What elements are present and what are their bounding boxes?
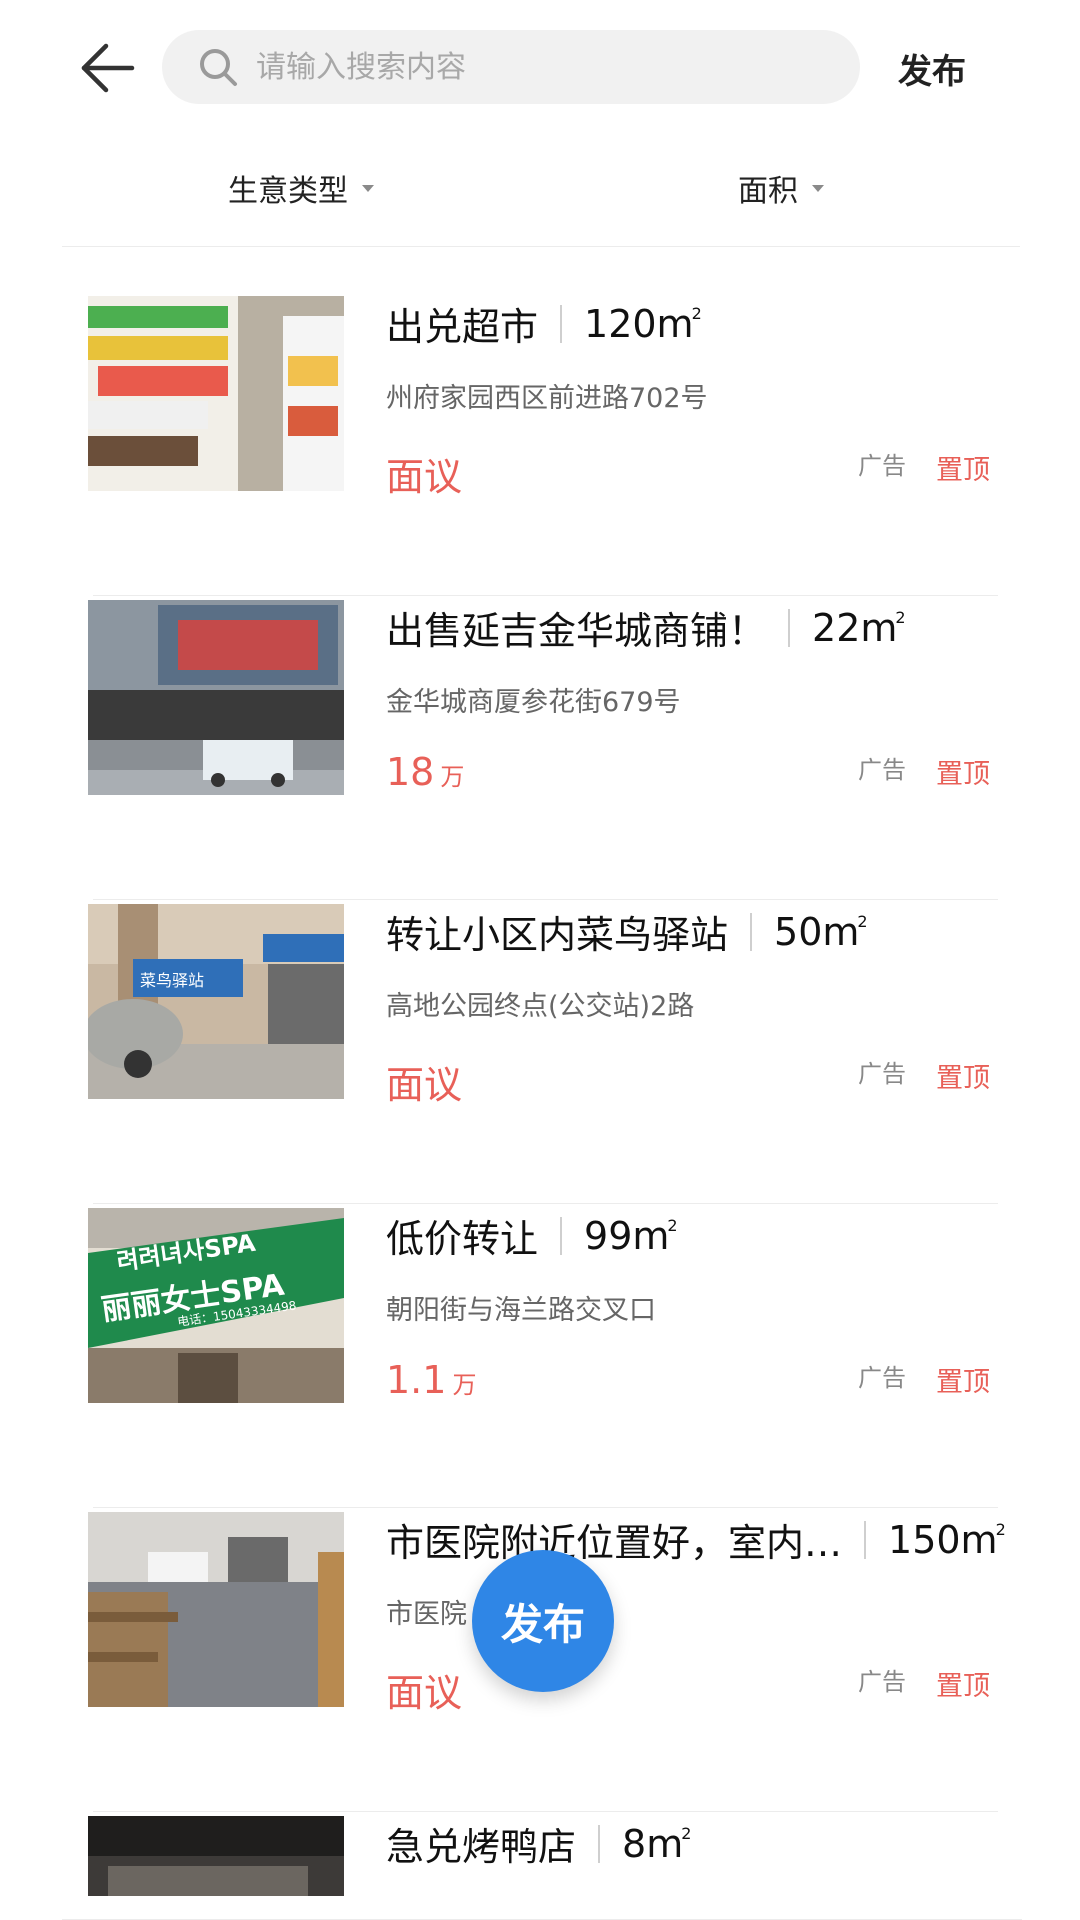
pin-top-button[interactable]: 置顶: [936, 1056, 990, 1095]
listing-thumbnail: [88, 600, 344, 795]
listing-price: 面议: [386, 1063, 463, 1107]
title-divider: [598, 1824, 601, 1863]
listing-title: 转让小区内菜鸟驿站: [386, 913, 729, 957]
ad-label: 广告: [858, 1364, 906, 1392]
listing-area: 8m2: [622, 1821, 692, 1866]
listing-title: 出兑超市: [386, 305, 539, 349]
listing-address: 金华城商厦参花街679号: [386, 687, 681, 718]
pin-top-button[interactable]: 置顶: [936, 448, 990, 487]
title-divider: [750, 912, 753, 951]
filter-business-type[interactable]: 生意类型: [228, 166, 374, 210]
listing-title: 市医院附近位置好，室内…: [386, 1521, 843, 1565]
listing-title-row: 市医院附近位置好，室内… 150m2: [386, 1512, 1006, 1567]
filter-area-label: 面积: [738, 174, 798, 209]
title-divider: [560, 1216, 563, 1255]
listing-item[interactable]: 려려녀사SPA 丽丽女士SPA 电话：15043334498 低价转让 99m2…: [88, 1208, 1008, 1508]
listing-item[interactable]: 出兑超市 120m2 州府家园西区前进路702号 面议 广告 置顶: [88, 296, 1008, 596]
listing-item[interactable]: 出售延吉金华城商铺！ 22m2 金华城商厦参花街679号 18 万 广告 置顶: [88, 600, 1008, 900]
ad-label: 广告: [858, 1060, 906, 1088]
listing-address: 市医院: [386, 1599, 467, 1630]
listing-area: 120m2: [584, 301, 702, 346]
listing-area: 99m2: [584, 1213, 678, 1258]
back-arrow-icon: [81, 43, 135, 93]
pin-top-button[interactable]: 置顶: [936, 752, 990, 791]
listing-address: 朝阳街与海兰路交叉口: [386, 1295, 656, 1326]
listing-thumbnail: [88, 1816, 344, 1896]
listing-area: 50m2: [774, 909, 868, 954]
listing-address: 州府家园西区前进路702号: [386, 383, 708, 414]
filter-area[interactable]: 面积: [738, 166, 824, 210]
publish-button[interactable]: 发布: [898, 44, 966, 93]
listing-thumbnail: [88, 1512, 344, 1707]
pin-top-button[interactable]: 置顶: [936, 1664, 990, 1703]
search-icon: [200, 49, 237, 86]
listing-title: 低价转让: [386, 1217, 539, 1261]
filter-business-type-label: 生意类型: [228, 174, 348, 209]
title-divider: [864, 1520, 867, 1559]
listing-area: 150m2: [888, 1517, 1006, 1562]
listing-title-row: 出兑超市 120m2: [386, 296, 702, 351]
divider: [93, 1811, 998, 1812]
back-button[interactable]: [78, 38, 148, 102]
pin-top-button[interactable]: 置顶: [936, 1360, 990, 1399]
top-bar: 发布: [0, 0, 1080, 130]
listing-price: 18 万: [386, 750, 465, 794]
listing-title-row: 出售延吉金华城商铺！ 22m2: [386, 600, 906, 655]
divider: [93, 595, 998, 596]
listing-title: 急兑烤鸭店: [386, 1825, 577, 1869]
listing-price: 1.1 万: [386, 1358, 477, 1402]
ad-label: 广告: [858, 1668, 906, 1696]
listing-thumbnail: 菜鸟驿站: [88, 904, 344, 1099]
listing-price: 面议: [386, 455, 463, 499]
ad-label: 广告: [858, 756, 906, 784]
listing-title: 出售延吉金华城商铺！: [386, 609, 767, 653]
caret-down-icon: [812, 184, 824, 192]
divider: [93, 899, 998, 900]
cainiao-sign: 菜鸟驿站: [140, 971, 204, 990]
listing-item[interactable]: 急兑烤鸭店 8m2: [62, 1816, 1022, 1920]
filter-bar: 生意类型 面积: [62, 150, 1020, 247]
listing-title-row: 急兑烤鸭店 8m2: [386, 1816, 691, 1871]
search-input[interactable]: [254, 48, 818, 86]
listing-area: 22m2: [812, 605, 906, 650]
listing-thumbnail: [88, 296, 344, 491]
floating-publish-button[interactable]: 发布: [472, 1550, 614, 1692]
listing-address: 高地公园终点(公交站)2路: [386, 991, 695, 1022]
app-page: 发布 生意类型 面积: [0, 0, 1080, 1920]
title-divider: [560, 304, 563, 343]
listing-thumbnail: 려려녀사SPA 丽丽女士SPA 电话：15043334498: [88, 1208, 344, 1403]
divider: [93, 1507, 998, 1508]
ad-label: 广告: [858, 452, 906, 480]
search-bar[interactable]: [162, 30, 860, 104]
listing-price: 面议: [386, 1671, 463, 1715]
listing-title-row: 低价转让 99m2: [386, 1208, 678, 1263]
title-divider: [788, 608, 791, 647]
caret-down-icon: [362, 184, 374, 192]
listing-item[interactable]: 菜鸟驿站 转让小区内菜鸟驿站 50m2 高地公园终点(公交站)2路 面议 广告 …: [88, 904, 1008, 1204]
divider: [93, 1203, 998, 1204]
listing-title-row: 转让小区内菜鸟驿站 50m2: [386, 904, 868, 959]
